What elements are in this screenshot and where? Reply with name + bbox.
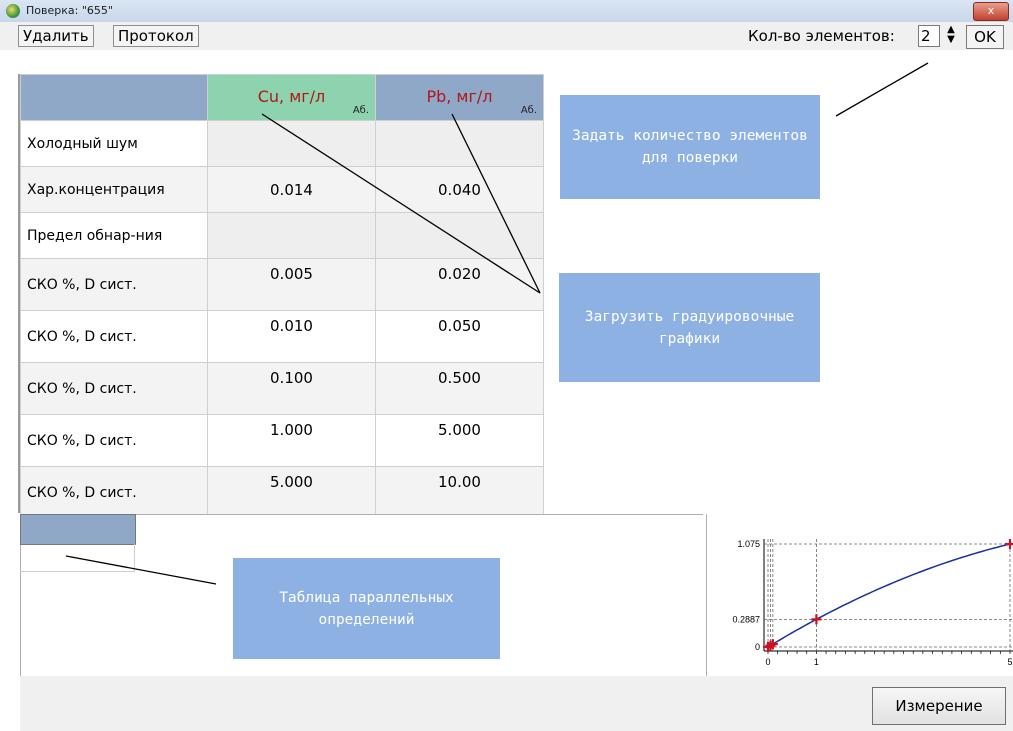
data-point	[811, 614, 822, 625]
protocol-button[interactable]: Протокол	[113, 25, 199, 47]
title-bar: Поверка: "655" x	[0, 0, 1013, 23]
y-tick-label: 1.075	[737, 539, 760, 549]
table-cell[interactable]: 0.050	[375, 310, 544, 363]
table-cell[interactable]: 0.010	[207, 310, 376, 363]
status-bar	[20, 676, 1013, 731]
callout-set-count: Задать количество элементов для поверки	[560, 95, 820, 199]
table-cell[interactable]	[207, 212, 376, 259]
table-row[interactable]: СКО %, D сист. 0.100 0.500	[20, 362, 544, 415]
row-label: СКО %, D сист.	[20, 258, 208, 311]
table-cell[interactable]	[207, 120, 376, 167]
table-row[interactable]: Предел обнар-ния	[20, 212, 544, 259]
table-cell[interactable]: 0.100	[207, 362, 376, 415]
close-button[interactable]: x	[973, 2, 1009, 21]
row-label: СКО %, D сист.	[20, 362, 208, 415]
table-cell[interactable]: 1.000	[207, 414, 376, 467]
table-cell[interactable]: 10.00	[375, 466, 544, 519]
table-cell[interactable]	[375, 120, 544, 167]
column-header-suffix: Аб.	[352, 105, 369, 116]
window-title: Поверка: "655"	[26, 4, 113, 17]
spinner-icon[interactable]: ▲ ▼	[944, 25, 958, 45]
table-cell[interactable]: 0.500	[375, 362, 544, 415]
table-cell[interactable]	[375, 212, 544, 259]
callout-load-graphs: Загрузить градуировочные графики	[559, 273, 820, 382]
table-cell[interactable]: 0.020	[375, 258, 544, 311]
delete-button[interactable]: Удалить	[18, 25, 94, 47]
data-point	[1005, 539, 1013, 549]
callout-text: Задать количество элементов для поверки	[572, 128, 808, 166]
column-header-suffix: Аб.	[520, 105, 537, 116]
table-row[interactable]: СКО %, D сист. 1.000 5.000	[20, 414, 544, 467]
parallel-table-cell[interactable]	[20, 544, 135, 572]
pointer-line	[835, 62, 929, 117]
series-line	[767, 543, 1011, 648]
column-header-label: Pb, мг/л	[426, 87, 493, 106]
table-cell[interactable]: 0.005	[207, 258, 376, 311]
row-label: СКО %, D сист.	[20, 466, 208, 519]
calibration-chart-panel: 1.075 0.2887 0 0 1 5	[706, 514, 1013, 676]
x-tick-label: 5	[1007, 657, 1012, 667]
element-count-input[interactable]: 2	[918, 25, 940, 47]
x-tick-label: 0	[765, 657, 770, 667]
table-cell[interactable]: 5.000	[207, 466, 376, 519]
y-tick-label: 0.2887	[732, 614, 760, 624]
app-icon	[6, 4, 20, 18]
x-tick-label: 1	[814, 657, 819, 667]
measure-button[interactable]: Измерение	[872, 687, 1006, 725]
table-cell[interactable]: 0.014	[207, 166, 376, 213]
table-cell[interactable]: 5.000	[375, 414, 544, 467]
callout-text: Таблица параллельных определений	[279, 589, 454, 628]
table-row[interactable]: Хар.концентрация 0.014 0.040	[20, 166, 544, 213]
calibration-chart: 1.075 0.2887 00 1 5	[732, 539, 1013, 667]
table-row[interactable]: Холодный шум	[20, 120, 544, 167]
row-label: СКО %, D сист.	[20, 414, 208, 467]
table-row[interactable]: СКО %, D сист. 0.010 0.050	[20, 310, 544, 363]
callout-text: Загрузить градуировочные графики	[584, 308, 795, 347]
ok-button[interactable]: OK	[966, 25, 1004, 49]
y-tick-label: 0	[755, 642, 760, 652]
column-header-label: Cu, мг/л	[257, 87, 326, 106]
callout-parallel-table: Таблица параллельных определений	[233, 558, 500, 659]
element-count-label: Кол-во элементов:	[748, 27, 895, 45]
column-header-cu[interactable]: Cu, мг/л Аб.	[207, 74, 376, 121]
row-label: СКО %, D сист.	[20, 310, 208, 363]
parallel-table-header	[20, 514, 136, 545]
corner-header	[20, 74, 208, 121]
table-header-row: Cu, мг/л Аб. Pb, мг/л Аб.	[20, 74, 544, 121]
row-label: Хар.концентрация	[20, 166, 208, 213]
table-row[interactable]: СКО %, D сист. 0.005 0.020	[20, 258, 544, 311]
column-header-pb[interactable]: Pb, мг/л Аб.	[375, 74, 544, 121]
table-cell[interactable]: 0.040	[375, 166, 544, 213]
verification-table: Cu, мг/л Аб. Pb, мг/л Аб. Холодный шум Х…	[20, 74, 544, 519]
row-label: Предел обнар-ния	[20, 212, 208, 259]
row-label: Холодный шум	[20, 120, 208, 167]
table-row[interactable]: СКО %, D сист. 5.000 10.00	[20, 466, 544, 519]
